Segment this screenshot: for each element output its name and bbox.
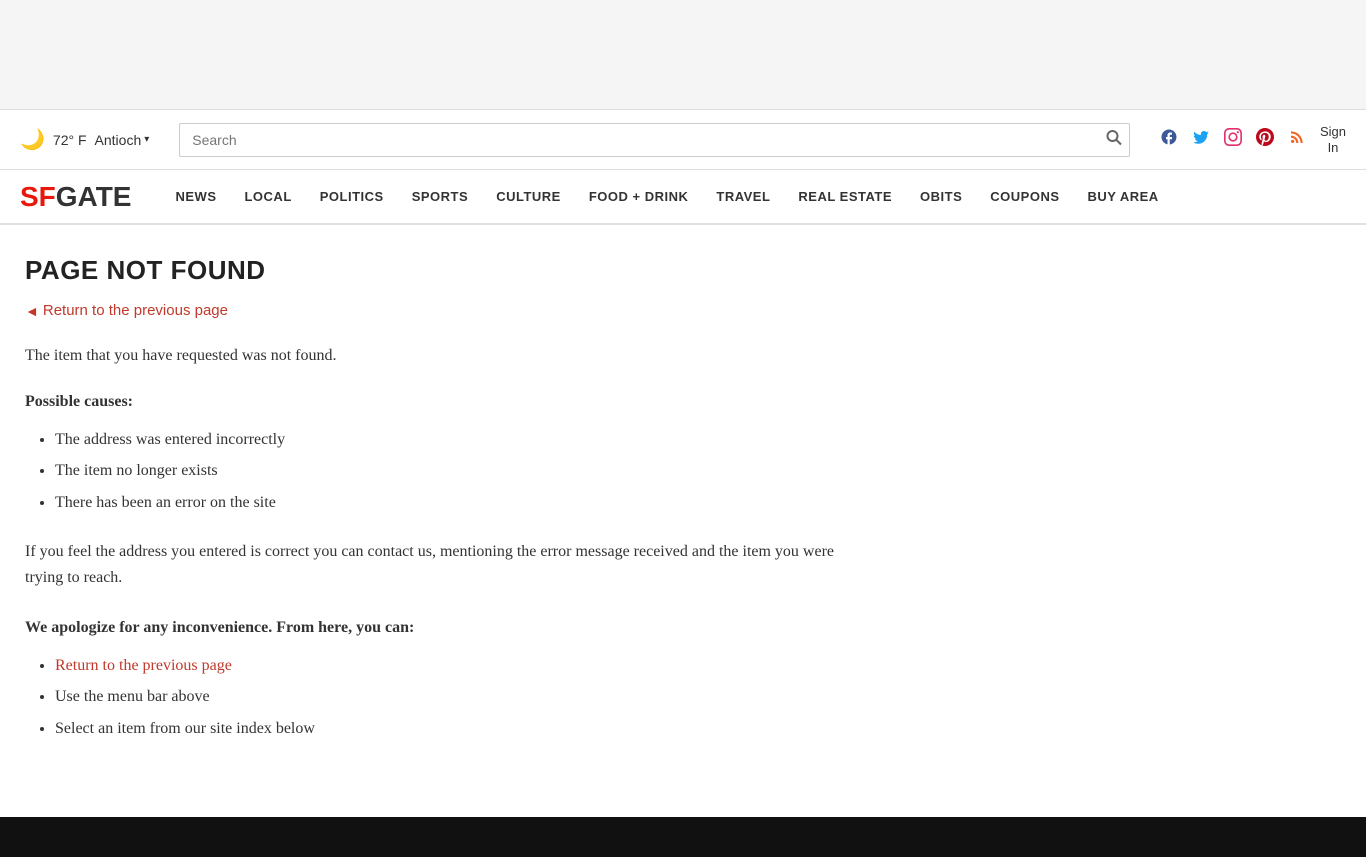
option-item-2: Use the menu bar above (55, 684, 875, 710)
nav-item-culture[interactable]: CULTURE (482, 188, 575, 206)
cause-item-3: There has been an error on the site (55, 490, 875, 516)
nav-item-travel[interactable]: TRAVEL (702, 188, 784, 206)
pinterest-icon[interactable] (1256, 128, 1274, 151)
weather-section: 🌙 72° F Antioch ▾ (20, 127, 149, 152)
option-item-1[interactable]: Return to the previous page (55, 653, 875, 679)
cause-item-2: The item no longer exists (55, 458, 875, 484)
nav-item-sports[interactable]: SPORTS (398, 188, 482, 206)
page-not-found-title: PAGE NOT FOUND (25, 255, 875, 286)
sign-in-button[interactable]: SignIn (1320, 124, 1346, 155)
nav-item-politics[interactable]: POLITICS (306, 188, 398, 206)
nav-link-buyarea[interactable]: BUY AREA (1074, 189, 1173, 204)
facebook-icon[interactable] (1160, 128, 1178, 151)
logo-sf: SF (20, 181, 56, 212)
nav-link-sports[interactable]: SPORTS (398, 189, 482, 204)
nav-link-obits[interactable]: OBITS (906, 189, 976, 204)
site-logo[interactable]: SFGATE (20, 181, 131, 213)
ad-banner (0, 0, 1366, 110)
nav-bar: SFGATE NEWS LOCAL POLITICS SPORTS CULTUR… (0, 170, 1366, 225)
return-previous-link[interactable]: Return to the previous page (55, 657, 232, 674)
nav-item-realestate[interactable]: REAL ESTATE (784, 188, 906, 206)
twitter-icon[interactable] (1192, 128, 1210, 151)
possible-causes-title: Possible causes: (25, 393, 875, 411)
causes-list: The address was entered incorrectly The … (25, 427, 875, 516)
logo-gate: GATE (56, 181, 132, 212)
search-input[interactable] (179, 123, 1130, 157)
temperature-display: 72° F (53, 132, 87, 148)
location-label: Antioch (95, 132, 142, 148)
apologize-title: We apologize for any inconvenience. From… (25, 619, 875, 637)
back-link-top[interactable]: ◄ Return to the previous page (25, 302, 875, 319)
nav-link-food[interactable]: FOOD + DRINK (575, 189, 703, 204)
options-list: Return to the previous page Use the menu… (25, 653, 875, 742)
weather-icon: 🌙 (20, 127, 45, 152)
location-dropdown[interactable]: Antioch ▾ (95, 132, 150, 148)
nav-link-local[interactable]: LOCAL (230, 189, 305, 204)
main-content: PAGE NOT FOUND ◄ Return to the previous … (0, 225, 900, 777)
nav-link-realestate[interactable]: REAL ESTATE (784, 189, 906, 204)
nav-link-politics[interactable]: POLITICS (306, 189, 398, 204)
back-link-top-text: Return to the previous page (43, 302, 228, 319)
nav-item-coupons[interactable]: COUPONS (976, 188, 1073, 206)
footer (0, 817, 1366, 857)
nav-links: NEWS LOCAL POLITICS SPORTS CULTURE FOOD … (161, 188, 1172, 206)
nav-item-buyarea[interactable]: BUY AREA (1074, 188, 1173, 206)
back-arrow-icon: ◄ (25, 303, 39, 319)
top-bar: 🌙 72° F Antioch ▾ (0, 110, 1366, 170)
nav-item-news[interactable]: NEWS (161, 188, 230, 206)
top-bar-right: SignIn (1160, 124, 1346, 155)
nav-item-food[interactable]: FOOD + DRINK (575, 188, 703, 206)
chevron-down-icon: ▾ (144, 134, 149, 145)
search-button[interactable] (1106, 129, 1122, 150)
nav-item-obits[interactable]: OBITS (906, 188, 976, 206)
option-item-3: Select an item from our site index below (55, 716, 875, 742)
search-bar (179, 123, 1130, 157)
nav-link-travel[interactable]: TRAVEL (702, 189, 784, 204)
nav-item-local[interactable]: LOCAL (230, 188, 305, 206)
instagram-icon[interactable] (1224, 128, 1242, 151)
cause-item-1: The address was entered incorrectly (55, 427, 875, 453)
description-text: The item that you have requested was not… (25, 343, 875, 369)
nav-link-coupons[interactable]: COUPONS (976, 189, 1073, 204)
nav-link-culture[interactable]: CULTURE (482, 189, 575, 204)
contact-text: If you feel the address you entered is c… (25, 539, 875, 590)
rss-icon[interactable] (1288, 128, 1306, 151)
nav-link-news[interactable]: NEWS (161, 189, 230, 204)
